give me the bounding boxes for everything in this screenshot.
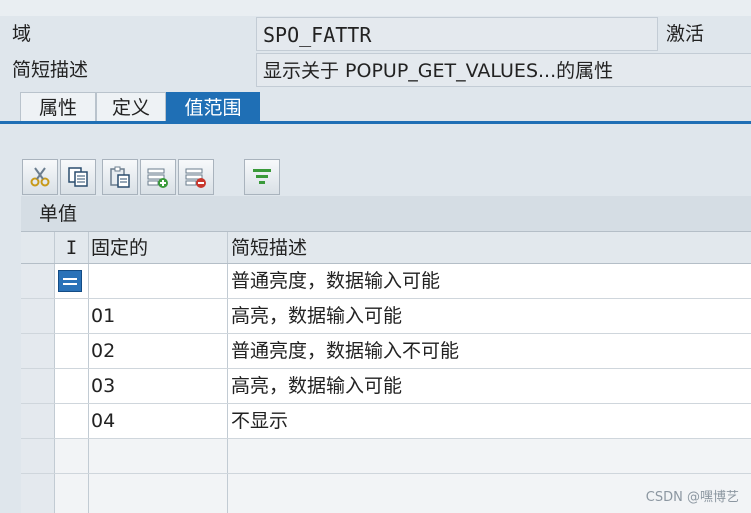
table-row[interactable]: 04 不显示 [21,404,751,439]
tab-definition[interactable]: 定义 [96,92,166,122]
empty-row[interactable] [21,474,751,513]
col-header-i[interactable]: I [55,232,89,263]
desc-cell[interactable]: 普通亮度，数据输入不可能 [228,334,751,368]
row-i-cell[interactable] [55,474,89,513]
table-row[interactable]: 01 高亮，数据输入可能 [21,299,751,334]
single-values-grid: 单值 I 固定的 简短描述 普通亮度，数据输入可能 01 高亮，数据输入可能 0… [21,196,751,513]
short-desc-label: 简短描述 [12,59,89,81]
value-cell[interactable]: 01 [89,299,228,333]
filter-icon [253,169,271,184]
row-selector[interactable] [21,369,55,403]
tab-underline [0,121,751,124]
domain-label: 域 [12,23,32,45]
filter-button[interactable] [244,159,280,195]
row-selector[interactable] [21,474,55,513]
desc-cell[interactable]: 高亮，数据输入可能 [228,299,751,333]
row-selector[interactable] [21,404,55,438]
domain-row: 域 SPO_FATTR 激活 [0,16,751,52]
empty-row[interactable] [21,439,751,474]
table-row[interactable]: 03 高亮，数据输入可能 [21,369,751,404]
value-cell[interactable] [89,474,228,513]
domain-field[interactable]: SPO_FATTR [256,17,658,51]
value-cell[interactable]: 02 [89,334,228,368]
row-i-cell[interactable] [55,299,89,333]
value-cell[interactable]: 03 [89,369,228,403]
table-row[interactable]: 02 普通亮度，数据输入不可能 [21,334,751,369]
table-row[interactable]: 普通亮度，数据输入可能 [21,264,751,299]
desc-cell[interactable]: 普通亮度，数据输入可能 [228,264,751,298]
row-i-cell[interactable] [55,369,89,403]
desc-cell[interactable]: 高亮，数据输入可能 [228,369,751,403]
short-desc-row: 简短描述 显示关于 POPUP_GET_VALUES...的属性 [0,52,751,88]
delete-row-icon [185,168,206,188]
row-selector[interactable] [21,439,55,473]
col-header-fixed-value[interactable]: 固定的 [89,232,228,263]
row-selector[interactable] [21,299,55,333]
grid-header: I 固定的 简短描述 [21,232,751,264]
row-selector[interactable] [21,264,55,298]
tab-attributes[interactable]: 属性 [20,92,96,122]
short-desc-field[interactable]: 显示关于 POPUP_GET_VALUES...的属性 [256,53,751,87]
paste-button[interactable] [102,159,138,195]
sap-domain-screen: 域 SPO_FATTR 激活 简短描述 显示关于 POPUP_GET_VALUE… [0,0,751,513]
insert-row-button[interactable] [140,159,176,195]
row-detail-icon[interactable] [58,270,82,292]
tab-value-range[interactable]: 值范围 [166,92,260,122]
status-text: 激活 [666,23,705,45]
row-i-cell[interactable] [55,404,89,438]
select-all-cell[interactable] [21,232,55,263]
row-selector[interactable] [21,334,55,368]
copy-button[interactable] [60,159,96,195]
value-cell[interactable] [89,439,228,473]
value-cell[interactable]: 04 [89,404,228,438]
cut-icon [30,167,50,187]
grid-title: 单值 [21,196,751,232]
value-cell[interactable] [89,264,228,298]
delete-row-button[interactable] [178,159,214,195]
cut-button[interactable] [22,159,58,195]
desc-cell[interactable]: 不显示 [228,404,751,438]
row-i-cell[interactable] [55,334,89,368]
insert-row-icon [147,168,168,188]
top-strip [0,0,751,16]
row-i-cell[interactable] [55,264,89,298]
paste-icon [110,166,130,188]
row-i-cell[interactable] [55,439,89,473]
watermark: CSDN @嘿博艺 [645,490,739,505]
desc-cell[interactable] [228,439,751,473]
copy-icon [68,167,88,187]
col-header-short-desc[interactable]: 简短描述 [228,232,751,263]
